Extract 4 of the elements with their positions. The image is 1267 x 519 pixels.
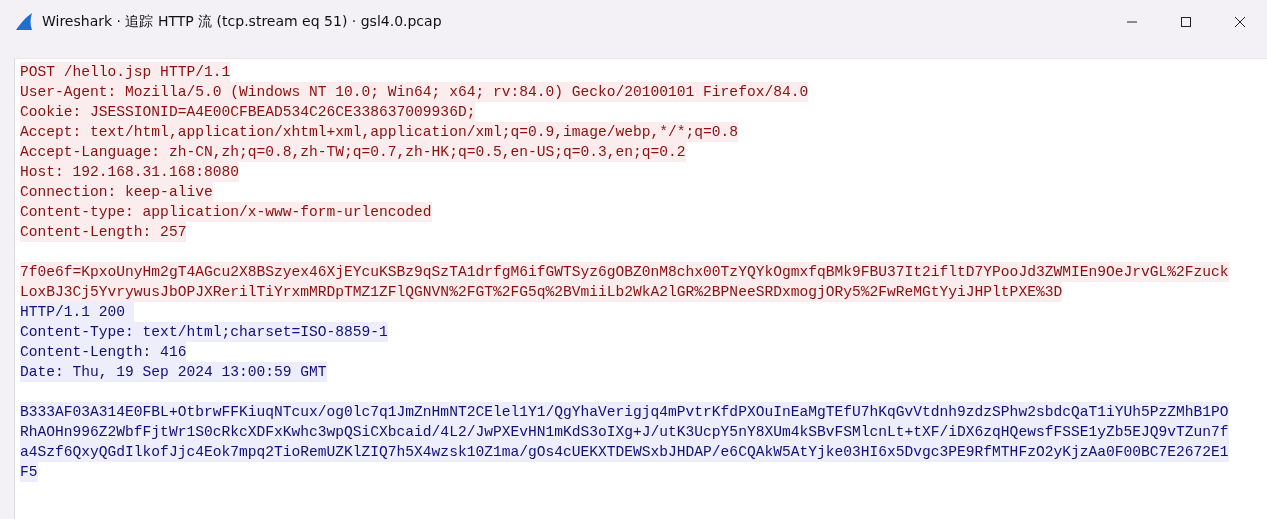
maximize-icon bbox=[1180, 16, 1192, 28]
window-title: Wireshark · 追踪 HTTP 流 (tcp.stream eq 51) · gsl4.0.pcap bbox=[42, 13, 443, 31]
close-icon bbox=[1234, 16, 1246, 28]
fin-icon bbox=[14, 12, 34, 32]
